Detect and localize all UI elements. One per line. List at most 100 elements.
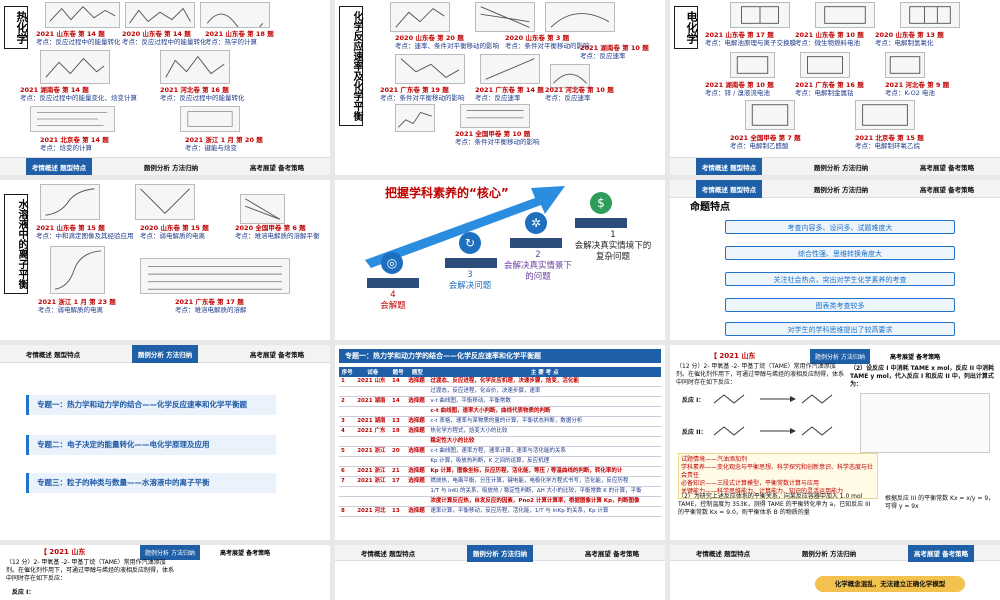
- source-badge: 【 2021 山东: [40, 548, 86, 556]
- table-cell: 选择题: [406, 466, 429, 477]
- figure-thumbnail: [180, 106, 240, 132]
- table-cell: 过渡态，反应进程，化合价，决速步骤，速率: [428, 386, 661, 397]
- table-cell: Kp 计算，吸放热判断，K 之间的运算，反应机理: [428, 456, 661, 467]
- column-header: 主 要 考 点: [428, 367, 661, 377]
- caption: 2021 全国甲卷 第 7 题考点：电解制乙醛酸: [730, 134, 801, 150]
- nav-analysis[interactable]: 题例分析 方法归纳: [144, 162, 198, 172]
- reaction-scheme: [713, 394, 833, 436]
- caption: 2020 山东卷 第 13 题考点：电解制氢氧化: [875, 31, 944, 47]
- topic-item[interactable]: 专题一：热力学和动力学的结合——化学反应速率和化学平衡题: [26, 395, 276, 415]
- nav-analysis[interactable]: 题例分析 方法归纳: [131, 345, 199, 363]
- nav-outlook[interactable]: 高考展望 备考策略: [585, 548, 639, 558]
- nav-analysis[interactable]: 题例分析 方法归纳: [802, 548, 856, 558]
- nav-analysis[interactable]: 题例分析 方法归纳: [466, 545, 534, 562]
- nav-outlook[interactable]: 高考展望 备考策略: [250, 162, 304, 172]
- feature-item: 综合性强、思维转换角度大: [725, 246, 955, 260]
- table-cell: 1/T 与 lnKi 的关系，吸放热 / 稳定性判断，ΔH 大小的比较，平衡常数…: [428, 486, 661, 497]
- nav-outlook[interactable]: 高考展望 备考策略: [220, 548, 270, 557]
- column-header: 题型: [406, 367, 429, 377]
- nav-analysis[interactable]: 题例分析 方法归纳: [814, 162, 868, 172]
- table-cell: 2021 浙江: [355, 446, 391, 457]
- table-cell: 选择题: [406, 446, 429, 457]
- table-cell: [339, 436, 356, 447]
- figure-thumbnail: [140, 258, 290, 294]
- caption: 2021 广东卷 第 17 题考点：难溶电解质的溶解: [175, 298, 247, 314]
- figure-thumbnail: [40, 50, 110, 84]
- feature-item: 关注社会热点，突出对学生化学素养的考查: [725, 272, 955, 286]
- figure-thumbnail: [50, 246, 105, 294]
- step-3-base: [445, 258, 497, 268]
- table-cell: 5: [339, 446, 356, 457]
- caption: 2021 山东卷 第 15 题考点：中和滴定图像及其经验应用: [36, 224, 134, 240]
- figure-thumbnail: [460, 104, 530, 128]
- slide-topics[interactable]: 考情概述 题型特点 题例分析 方法归纳 高考展望 备考策略 专题一：热力学和动力…: [0, 345, 330, 540]
- topic-table: 序号 试卷 题号 题型 主 要 考 点 1 2021 山东 14 选择题 过渡态、反应进…: [339, 367, 661, 517]
- caption: 2021 浙江 1 月 第 23 题考点：弱电解质的电离: [38, 298, 116, 314]
- feature-item: 对学生的学科思维提出了较高要求: [725, 322, 955, 336]
- table-cell: 热化学方程式，焓变大小的比较: [428, 426, 661, 437]
- feature-item: 考查内容多、设问多、试题难度大: [725, 220, 955, 234]
- nav-analysis[interactable]: 题例分析 方法归纳: [140, 545, 200, 560]
- table-cell: [339, 386, 356, 397]
- table-cell: 燃烧热，电离平衡，分压计算，键电能，电极化学方程式书写，活化能，反应历程: [428, 476, 661, 487]
- problem-intro: （12 分）2- 甲氧基 -2- 甲基丁烷（TAME）常用作汽油添加剂。在催化剂…: [6, 559, 175, 582]
- nav-analysis[interactable]: 题例分析 方法归纳: [810, 349, 870, 364]
- caption: 2021 广东卷 第 19 题考点：条件对平衡移动的影响: [380, 86, 465, 102]
- slide-navbar-strip[interactable]: 考情概述 题型特点 题例分析 方法归纳 高考展望 备考策略: [335, 545, 665, 600]
- slide-vertical-title: 水溶液中的离子平衡: [4, 194, 28, 294]
- slide-vertical-title: 化学反应速率及化学平衡: [339, 6, 363, 126]
- nav-overview[interactable]: 考情概述 题型特点: [695, 157, 763, 175]
- table-cell: 2021 湖南: [355, 396, 391, 407]
- table-cell: 13: [390, 416, 407, 427]
- gear-icon: ✲: [525, 212, 547, 234]
- caption: 2021 河北卷 第 9 题考点：K-O2 电池: [885, 81, 950, 97]
- topic-item[interactable]: 专题二：电子决定的能量转化——电化学原理及应用: [26, 435, 276, 455]
- slide-question-features[interactable]: 考情概述 题型特点 题例分析 方法归纳 高考展望 备考策略 命题特点 考查内容多…: [670, 180, 1000, 340]
- table-cell: c-t 曲线图，速率方程，速率计算，速率与活化能的关系: [428, 446, 661, 457]
- nav-overview[interactable]: 考情概述 题型特点: [361, 548, 415, 558]
- slide-topic-table[interactable]: 专题一：热力学和动力学的结合——化学反应速率和化学平衡题 序号 试卷 题号 题型…: [335, 345, 665, 540]
- slide-reaction-rate[interactable]: 化学反应速率及化学平衡 2020 山东卷 第 20 题考点：速率、条件对平衡移动…: [335, 0, 665, 175]
- table-cell: 2021 广东: [355, 426, 391, 437]
- table-cell: [339, 406, 356, 417]
- slide-thermochemistry[interactable]: 热化学 2021 山东卷 第 14 题考点：反应过程中的能量转化 2020 山东…: [0, 0, 330, 175]
- nav-overview[interactable]: 考情概述 题型特点: [696, 548, 750, 558]
- formula-note: 根据反应 III 的平衡常数 Kx = x/y = 9，可得 y = 9x: [885, 495, 995, 510]
- table-cell: 2021 山东: [355, 377, 391, 387]
- nav-outlook[interactable]: 高考展望 备考策略: [250, 349, 304, 359]
- caption: 2021 浙江 1 月 第 20 题考点：键能与焓变: [185, 136, 263, 152]
- nav-overview[interactable]: 考情概述 题型特点: [25, 157, 93, 175]
- nav-outlook[interactable]: 高考展望 备考策略: [920, 162, 974, 172]
- table-cell: [339, 496, 356, 507]
- refresh-icon: ↻: [459, 232, 481, 254]
- nav-overview[interactable]: 考情概述 题型特点: [695, 180, 763, 198]
- figure-thumbnail: [30, 106, 115, 132]
- table-cell: [390, 496, 407, 507]
- table-cell: [355, 436, 391, 447]
- table-cell: 稳定性大小的比较: [428, 436, 661, 447]
- caption: 2021 湖南卷 第 10 题考点：锌 / 溴液流电池: [705, 81, 774, 97]
- nav-outlook[interactable]: 高考展望 备考策略: [920, 184, 974, 194]
- slide-electrochemistry[interactable]: 电化学 2021 山东卷 第 17 题考点：电解池原理与离子交换膜 2021 山…: [670, 0, 1000, 175]
- table-cell: [406, 486, 429, 497]
- slide-ionic-equilibrium[interactable]: 水溶液中的离子平衡 2021 山东卷 第 15 题考点：中和滴定图像及其经验应用…: [0, 180, 330, 340]
- figure-thumbnail: [885, 52, 925, 78]
- slide-sorter-grid: 热化学 2021 山东卷 第 14 题考点：反应过程中的能量转化 2020 山东…: [0, 0, 1000, 600]
- slide-problem-analysis[interactable]: 【 2021 山东 题例分析 方法归纳 高考展望 备考策略 （12 分）2- 甲…: [670, 345, 1000, 540]
- slide-problem-analysis-2[interactable]: 【 2021 山东 题例分析 方法归纳 高考展望 备考策略 （12 分）2- 甲…: [0, 545, 330, 600]
- caption: 2021 广东卷 第 14 题考点：反应速率: [475, 86, 544, 102]
- caption: 2021 山东卷 第 10 题考点：微生物燃料电池: [795, 31, 864, 47]
- figure-thumbnail: [730, 52, 775, 78]
- nav-analysis[interactable]: 题例分析 方法归纳: [814, 184, 868, 194]
- step-label: 4 会解题: [380, 290, 406, 311]
- table-row: 过渡态，反应进程，化合价，决速步骤，速率: [339, 386, 661, 397]
- nav-outlook[interactable]: 高考展望 备考策略: [907, 545, 975, 562]
- figure-thumbnail: [900, 2, 960, 28]
- nav-overview[interactable]: 考情概述 题型特点: [26, 349, 80, 359]
- table-cell: 7: [339, 476, 356, 487]
- slide-strategy[interactable]: 考情概述 题型特点 题例分析 方法归纳 高考展望 备考策略 化学概念混乱，无法建…: [670, 545, 1000, 600]
- step-label: 2 会解决真实情景下的问题: [503, 250, 572, 282]
- topic-item[interactable]: 专题三：粒子的种类与数量——水溶液中的离子平衡: [26, 473, 276, 493]
- nav-outlook[interactable]: 高考展望 备考策略: [890, 352, 940, 361]
- slide-core-literacy[interactable]: 把握学科素养的“核心” ◎ ↻ ✲ $ 4 会解题 3 会解决问题 2 会解决真实情景…: [335, 180, 665, 340]
